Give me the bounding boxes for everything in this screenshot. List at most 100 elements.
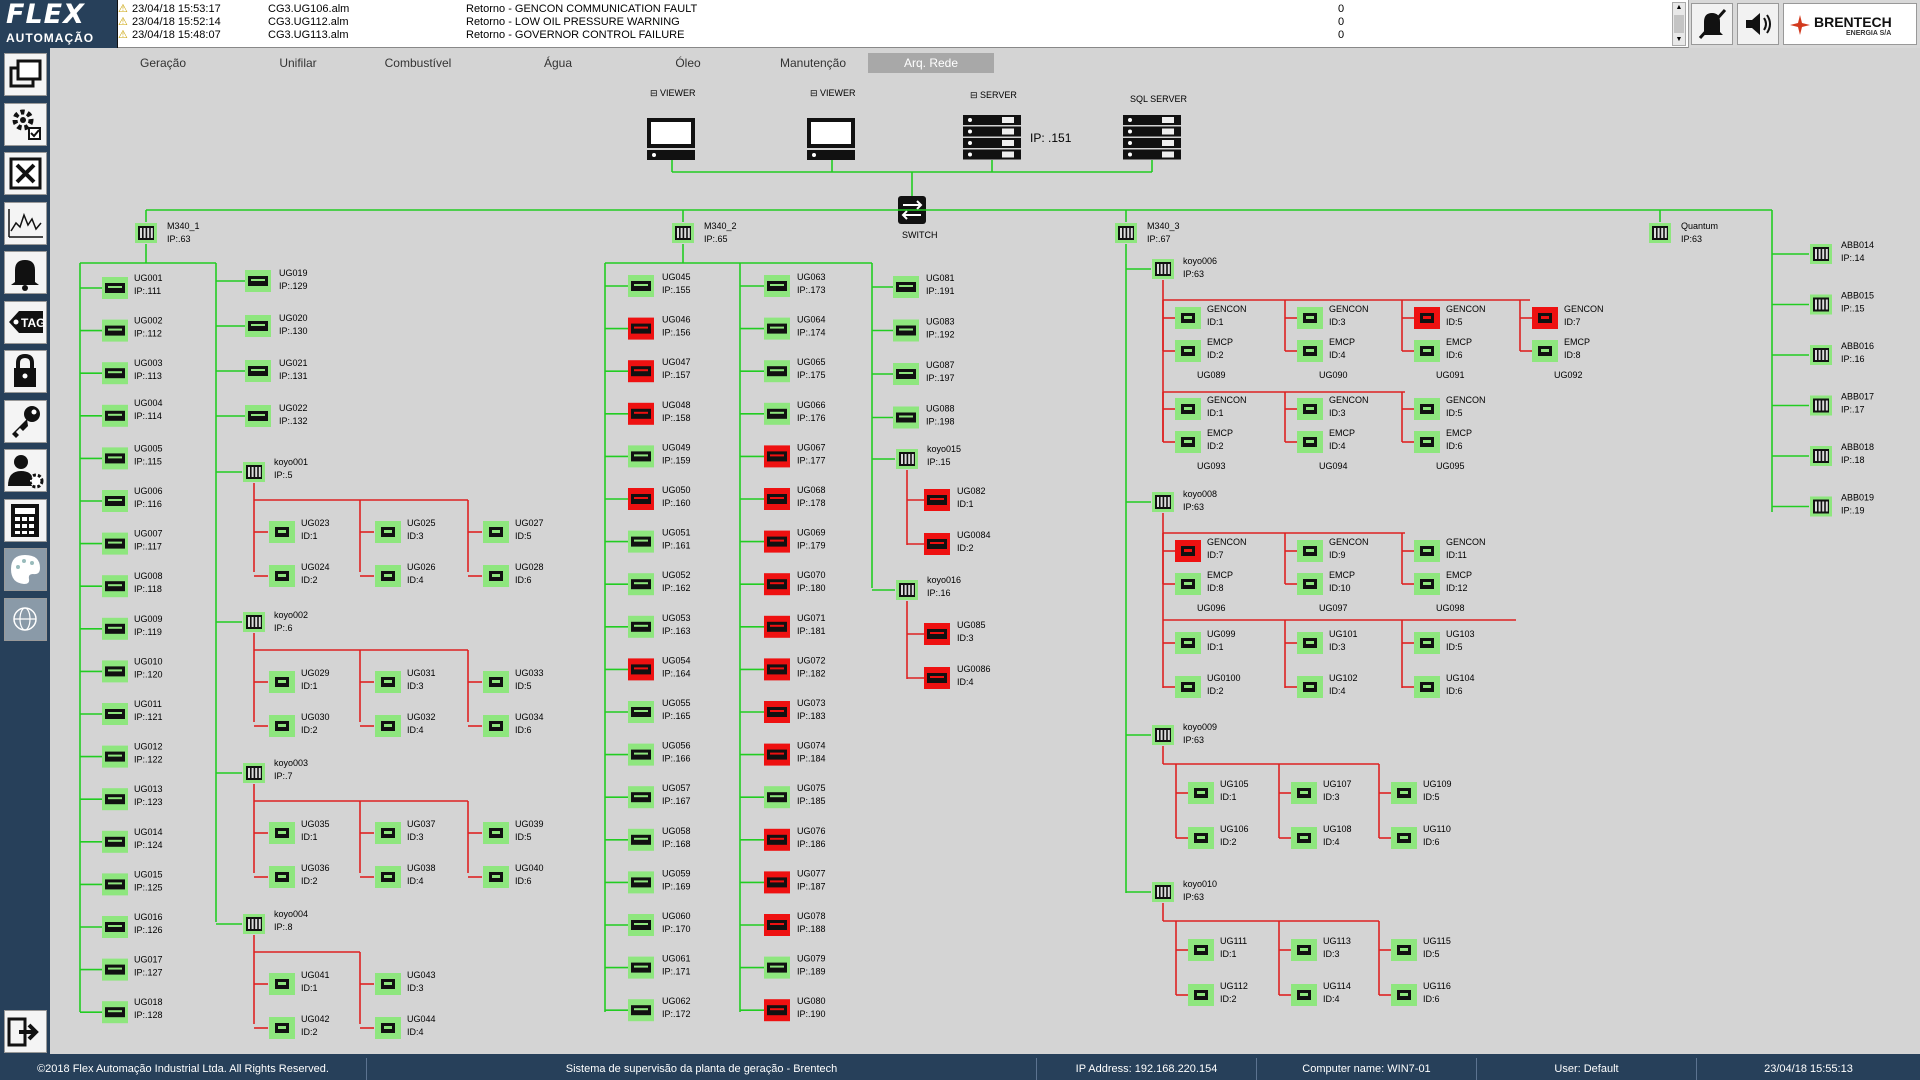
unit-ug088[interactable] [893, 406, 919, 429]
unit-ug007[interactable] [102, 532, 128, 555]
unit-ug049[interactable] [628, 445, 654, 468]
excel-button[interactable] [4, 152, 47, 195]
gencon-3[interactable] [1297, 398, 1323, 420]
tab-manuten-o[interactable]: Manutenção [750, 53, 876, 73]
unit-ug006[interactable] [102, 490, 128, 512]
unit-ug067[interactable] [764, 445, 790, 468]
plc-koyo001[interactable] [243, 462, 265, 482]
gencon-7[interactable] [1532, 307, 1558, 329]
unit-ug022[interactable] [245, 405, 271, 427]
unit-ug074[interactable] [764, 743, 790, 766]
unit-ug111[interactable] [1188, 939, 1214, 961]
unit-ug062[interactable] [628, 999, 654, 1022]
unit-ug105[interactable] [1188, 782, 1214, 804]
unit-ug075[interactable] [764, 786, 790, 809]
unit-ug045[interactable] [628, 275, 654, 297]
plc-koyo009[interactable] [1152, 725, 1174, 745]
palette-button[interactable] [4, 548, 47, 591]
unit-ug070[interactable] [764, 573, 790, 596]
unit-ug063[interactable] [764, 275, 790, 297]
unit-ug110[interactable] [1391, 827, 1417, 849]
gencon-11[interactable] [1414, 540, 1440, 562]
server-station[interactable] [1123, 115, 1181, 160]
unit-ug059[interactable] [628, 871, 654, 894]
unit-ug040[interactable] [483, 866, 509, 888]
unit-ug109[interactable] [1391, 782, 1417, 804]
emcp-6[interactable] [1414, 340, 1440, 362]
unit-ug003[interactable] [102, 362, 128, 385]
unit-ug041[interactable] [269, 973, 295, 995]
unit-ug001[interactable] [102, 277, 128, 299]
unit-ug048[interactable] [628, 402, 654, 425]
plc-m340_2[interactable] [672, 223, 694, 243]
unit-ug0084[interactable] [924, 533, 950, 555]
unit-ug038[interactable] [375, 866, 401, 888]
unit-abb014[interactable] [1810, 244, 1832, 264]
unit-ug099[interactable] [1175, 632, 1201, 654]
unit-ug018[interactable] [102, 1001, 128, 1024]
unit-ug013[interactable] [102, 788, 128, 811]
unit-ug042[interactable] [269, 1017, 295, 1039]
unit-ug046[interactable] [628, 317, 654, 340]
gencon-1[interactable] [1175, 398, 1201, 420]
unit-ug034[interactable] [483, 715, 509, 737]
unit-ug009[interactable] [102, 617, 128, 640]
unit-ug078[interactable] [764, 914, 790, 936]
unit-ug031[interactable] [375, 671, 401, 693]
plc-m340_1[interactable] [135, 223, 157, 243]
unit-ug011[interactable] [102, 703, 128, 725]
unit-ug101[interactable] [1297, 632, 1323, 654]
unit-ug072[interactable] [764, 658, 790, 681]
alarm-summary[interactable]: ⚠ 23/04/18 15:53:17 CG3.UG106.alm Retorno -… [118, 0, 1688, 48]
unit-ug113[interactable] [1291, 939, 1317, 961]
plc-koyo015[interactable] [896, 449, 918, 469]
unit-ug106[interactable] [1188, 827, 1214, 849]
unit-ug073[interactable] [764, 701, 790, 723]
unit-ug020[interactable] [245, 315, 271, 337]
unit-ug079[interactable] [764, 956, 790, 979]
key-button[interactable] [4, 399, 47, 443]
alarm-row[interactable]: ⚠ 23/04/18 15:48:07 CG3.UG113.alm Retorno -… [118, 29, 1668, 42]
unit-ug083[interactable] [893, 319, 919, 342]
unit-ug081[interactable] [893, 276, 919, 298]
unit-ug043[interactable] [375, 973, 401, 995]
plc-quantum[interactable] [1649, 223, 1671, 243]
alarm-row[interactable]: ⚠ 23/04/18 15:53:17 CG3.UG106.alm Retorno -… [118, 3, 1668, 16]
unit-ug024[interactable] [269, 565, 295, 587]
tag-button[interactable]: TAG [4, 300, 47, 344]
viewer-station[interactable] [647, 118, 695, 160]
unit-ug057[interactable] [628, 786, 654, 809]
unit-ug082[interactable] [924, 489, 950, 511]
unit-ug064[interactable] [764, 317, 790, 340]
unit-abb017[interactable] [1810, 395, 1832, 416]
emcp-12[interactable] [1414, 573, 1440, 595]
unit-abb015[interactable] [1810, 294, 1832, 315]
unit-ug108[interactable] [1291, 827, 1317, 849]
unit-ug076[interactable] [764, 828, 790, 851]
mute-alarm-button[interactable] [1691, 3, 1733, 45]
emcp-2[interactable] [1175, 431, 1201, 453]
unit-ug115[interactable] [1391, 939, 1417, 961]
user-settings-button[interactable] [4, 449, 47, 492]
unit-ug014[interactable] [102, 830, 128, 853]
unit-ug080[interactable] [764, 999, 790, 1022]
unit-ug051[interactable] [628, 530, 654, 553]
calculator-button[interactable] [4, 498, 47, 542]
unit-ug056[interactable] [628, 743, 654, 766]
unit-ug060[interactable] [628, 914, 654, 936]
unit-ug035[interactable] [269, 822, 295, 844]
plc-koyo010[interactable] [1152, 882, 1174, 902]
gencon-1[interactable] [1175, 307, 1201, 329]
plc-koyo004[interactable] [243, 914, 265, 934]
unit-ug058[interactable] [628, 828, 654, 851]
alarm-row[interactable]: ⚠ 23/04/18 15:52:14 CG3.UG112.alm Retorno -… [118, 16, 1668, 29]
unit-ug054[interactable] [628, 658, 654, 681]
unit-ug002[interactable] [102, 319, 128, 342]
unit-ug065[interactable] [764, 360, 790, 383]
gencon-9[interactable] [1297, 540, 1323, 562]
windows-button[interactable] [4, 53, 47, 96]
unit-ug112[interactable] [1188, 984, 1214, 1006]
unit-ug0086[interactable] [924, 667, 950, 689]
trend-chart-button[interactable] [4, 201, 47, 245]
emcp-2[interactable] [1175, 340, 1201, 362]
